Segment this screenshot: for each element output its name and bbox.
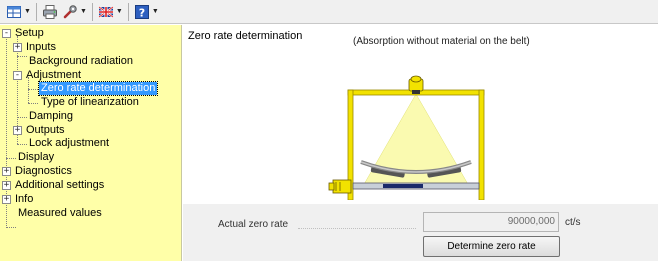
language-flag-icon xyxy=(98,5,114,18)
tree-item-zero-rate-determination[interactable]: Zero rate determination xyxy=(37,81,159,96)
expand-icon[interactable]: + xyxy=(13,43,22,52)
tree-item-setup[interactable]: Setup xyxy=(13,27,46,40)
tree-item-type-of-linearization[interactable]: Type of linearization xyxy=(39,96,141,109)
tree-item-label: Display xyxy=(18,151,55,163)
expand-icon[interactable]: + xyxy=(2,181,11,190)
tree-item-display[interactable]: Display xyxy=(16,151,56,164)
content-panel: Zero rate determination (Absorption with… xyxy=(183,25,658,261)
tree-connector xyxy=(17,144,27,145)
help-icon: ? xyxy=(134,4,149,19)
svg-text:?: ? xyxy=(139,6,145,19)
tree-connector xyxy=(17,56,27,57)
chevron-down-icon[interactable]: ▼ xyxy=(116,8,123,15)
chevron-down-icon[interactable]: ▼ xyxy=(152,8,159,15)
navigation-tree: - + - + + + + Setup Inputs Background ra… xyxy=(0,25,182,261)
tree-item-label: Background radiation xyxy=(29,55,133,67)
tree-item-label: Zero rate determination xyxy=(37,81,159,96)
expand-icon[interactable]: + xyxy=(2,167,11,176)
tree-item-label: Type of linearization xyxy=(41,96,139,108)
tree-item-label: Outputs xyxy=(26,124,65,136)
tree-item-label: Lock adjustment xyxy=(29,137,110,149)
tree-item-damping[interactable]: Damping xyxy=(27,110,75,123)
expand-icon[interactable]: + xyxy=(2,195,11,204)
conveyor-gauge-illustration xyxy=(328,75,485,200)
tree-item-label: Diagnostics xyxy=(15,165,72,177)
toolbar: ▼ ▼ ▼ ? ▼ xyxy=(0,0,658,24)
zero-rate-field: 90000,000 xyxy=(423,212,559,232)
language-button[interactable]: ▼ xyxy=(96,2,125,22)
tree-connector xyxy=(28,89,38,90)
tree-item-measured-values[interactable]: Measured values xyxy=(16,207,104,220)
view-icon xyxy=(7,5,21,18)
tree-item-label: Setup xyxy=(15,27,44,39)
tree-item-label: Adjustment xyxy=(26,69,82,81)
tree-item-label: Info xyxy=(15,193,34,205)
tree-item-outputs[interactable]: Outputs xyxy=(24,124,67,137)
toolbar-separator xyxy=(91,2,93,21)
tree-item-label: Additional settings xyxy=(15,179,105,191)
chevron-down-icon[interactable]: ▼ xyxy=(80,8,87,15)
print-button[interactable] xyxy=(40,2,60,22)
tools-button[interactable]: ▼ xyxy=(60,2,89,22)
tree-connector xyxy=(28,103,38,104)
toolbar-separator xyxy=(35,2,37,21)
tree-item-diagnostics[interactable]: Diagnostics xyxy=(13,165,74,178)
tree-item-info[interactable]: Info xyxy=(13,193,35,206)
view-button[interactable]: ▼ xyxy=(4,2,33,22)
collapse-icon[interactable]: - xyxy=(2,29,11,38)
printer-icon xyxy=(42,4,57,19)
tree-item-label: Damping xyxy=(29,110,74,122)
zero-rate-panel: Actual zero rate 90000,000 ct/s Determin… xyxy=(183,204,658,261)
settings-tool-icon xyxy=(63,4,77,18)
leader-dots xyxy=(298,228,416,229)
zero-rate-label: Actual zero rate xyxy=(218,219,289,230)
tree-item-inputs[interactable]: Inputs xyxy=(24,41,58,54)
tree-item-adjustment[interactable]: Adjustment xyxy=(24,69,83,82)
zero-rate-unit: ct/s xyxy=(565,217,581,228)
help-button[interactable]: ? ▼ xyxy=(132,2,161,22)
toolbar-separator xyxy=(127,2,129,21)
tree-item-lock-adjustment[interactable]: Lock adjustment xyxy=(27,137,111,150)
page-title: Zero rate determination xyxy=(188,30,303,42)
collapse-icon[interactable]: - xyxy=(13,71,22,80)
tree-item-label: Inputs xyxy=(26,41,56,53)
tree-connector xyxy=(6,227,16,228)
chevron-down-icon[interactable]: ▼ xyxy=(24,8,31,15)
expand-icon[interactable]: + xyxy=(13,126,22,135)
determine-zero-rate-button[interactable]: Determine zero rate xyxy=(423,236,560,257)
tree-connector xyxy=(17,117,27,118)
tree-item-additional-settings[interactable]: Additional settings xyxy=(13,179,106,192)
tree-item-background-radiation[interactable]: Background radiation xyxy=(27,55,135,68)
tree-item-label: Measured values xyxy=(18,207,102,219)
page-subtitle: (Absorption without material on the belt… xyxy=(353,36,530,47)
tree-connector xyxy=(6,158,16,159)
